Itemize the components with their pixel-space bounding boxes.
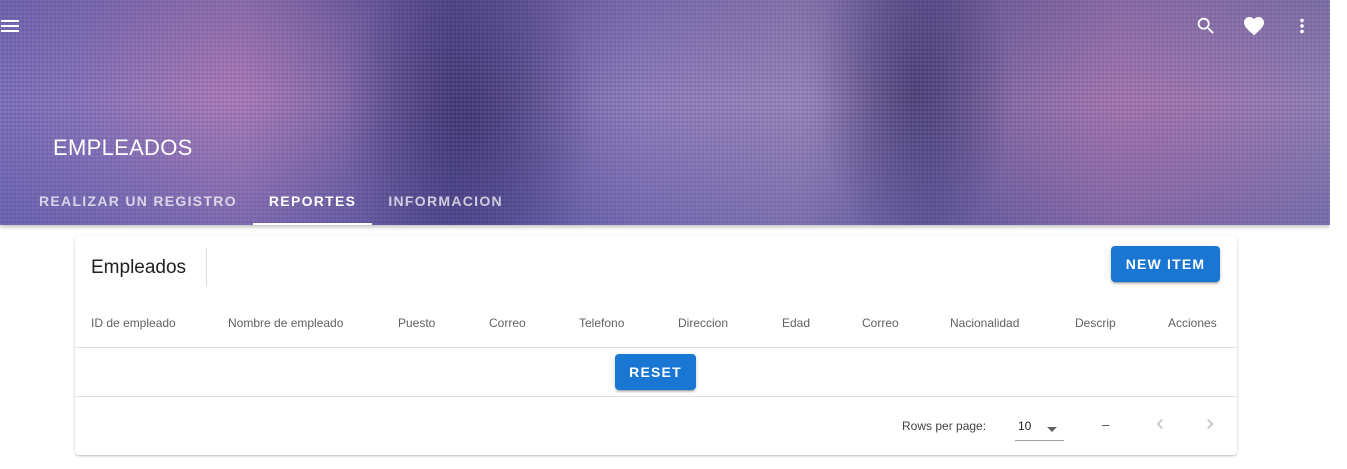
favorite-button[interactable] [1238, 12, 1270, 44]
column-header-correo-2[interactable]: Correo [862, 316, 899, 330]
column-header-acciones: Acciones [1168, 316, 1217, 330]
column-header-direccion[interactable]: Direccion [678, 316, 728, 330]
employees-table-card: Empleados NEW ITEM ID de empleado Nombre… [75, 236, 1237, 455]
tab-bar: REALIZAR UN REGISTRO REPORTES INFORMACIO… [23, 177, 519, 225]
column-header-nombre[interactable]: Nombre de empleado [228, 316, 343, 330]
page-title: EMPLEADOS [53, 135, 193, 160]
heart-icon [1242, 14, 1266, 43]
column-header-telefono[interactable]: Telefono [579, 316, 624, 330]
page-scrollbar[interactable] [1330, 0, 1347, 469]
title-divider [206, 248, 207, 287]
rows-per-page-label: Rows per page: [902, 419, 987, 433]
chevron-left-icon [1150, 414, 1170, 439]
column-header-nacionalidad[interactable]: Nacionalidad [950, 316, 1019, 330]
tab-informacion[interactable]: INFORMACION [372, 177, 519, 225]
more-options-button[interactable] [1286, 12, 1318, 44]
new-item-button[interactable]: NEW ITEM [1111, 246, 1220, 282]
menu-button[interactable] [0, 12, 26, 44]
footer-divider [75, 396, 1237, 397]
column-header-id[interactable]: ID de empleado [91, 316, 176, 330]
page-range-text: – [1102, 417, 1110, 432]
column-header-correo[interactable]: Correo [489, 316, 526, 330]
tab-realizar-un-registro[interactable]: REALIZAR UN REGISTRO [23, 177, 253, 225]
dropdown-arrow-icon [1046, 421, 1058, 439]
card-title: Empleados [91, 257, 187, 278]
search-icon [1195, 15, 1217, 42]
column-header-edad[interactable]: Edad [782, 316, 810, 330]
rows-per-page-value: 10 [1018, 419, 1032, 433]
app-bar: EMPLEADOS REALIZAR UN REGISTRO REPORTES … [0, 0, 1330, 225]
column-header-puesto[interactable]: Puesto [398, 316, 435, 330]
chevron-right-icon [1200, 414, 1220, 439]
column-header-descrip[interactable]: Descrip [1075, 316, 1116, 330]
more-vert-icon [1291, 15, 1313, 42]
search-button[interactable] [1190, 12, 1222, 44]
tab-reportes[interactable]: REPORTES [252, 177, 373, 225]
select-underline [1015, 440, 1064, 441]
header-divider [75, 347, 1237, 348]
next-page-button[interactable] [1198, 414, 1222, 438]
menu-icon [0, 14, 22, 43]
reset-button[interactable]: RESET [615, 354, 696, 390]
rows-per-page-select[interactable]: 10 [1015, 412, 1064, 442]
previous-page-button[interactable] [1148, 414, 1172, 438]
